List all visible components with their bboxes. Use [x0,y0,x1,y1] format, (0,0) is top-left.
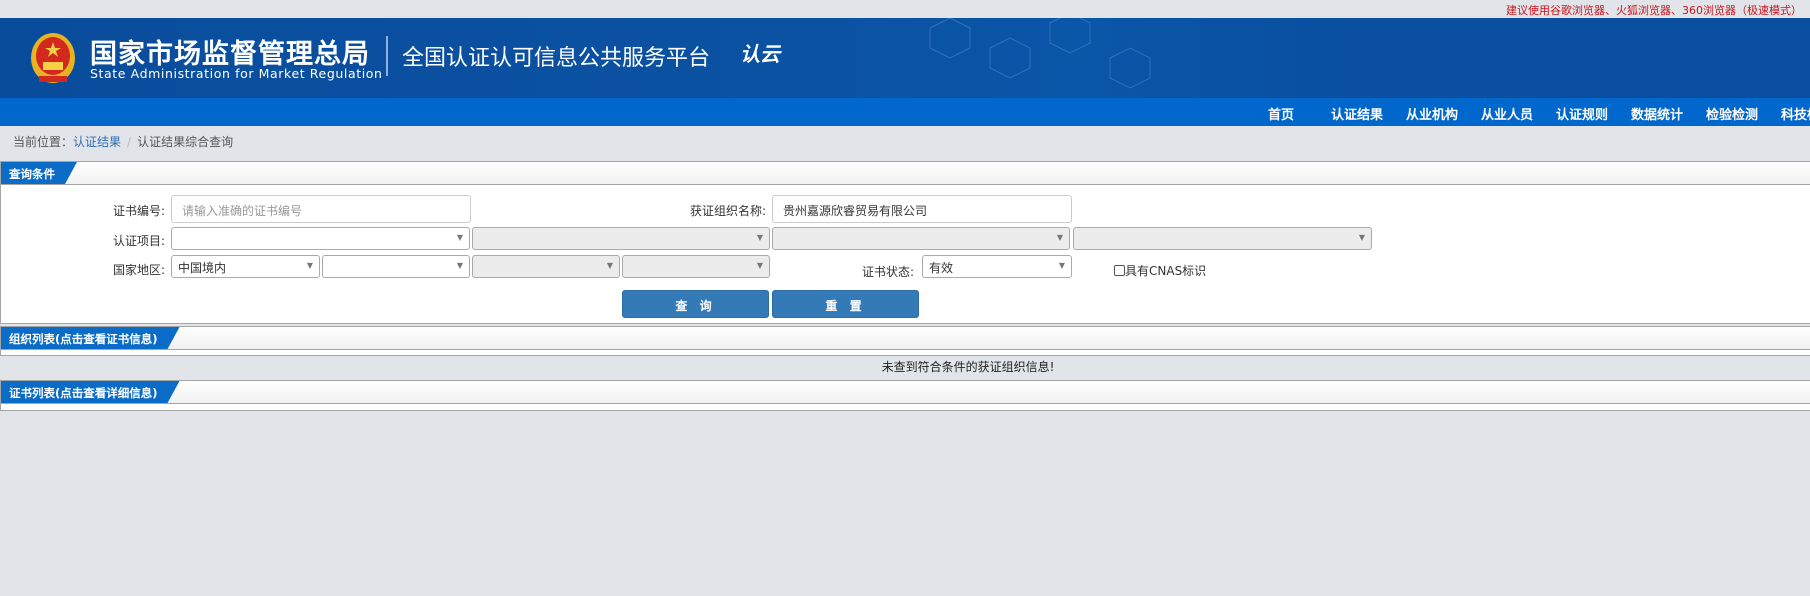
org-name-input[interactable]: 贵州嘉源欣睿贸易有限公司 [772,195,1072,223]
national-emblem-icon [31,33,75,83]
breadcrumb-separator: / [127,135,132,149]
cert-no-label: 证书编号: [112,204,165,218]
cnas-label: 具有CNAS标识 [1125,264,1207,278]
nav-statistics[interactable]: 数据统计 [1631,104,1683,123]
chevron-down-icon: ▼ [306,261,313,270]
cert-no-input[interactable]: 请输入准确的证书编号 [171,195,471,223]
project-label: 认证项目: [112,234,165,248]
empty-result-message: 未查到符合条件的获证组织信息! [881,360,1055,374]
org-list-header: 组织列表(点击查看证书信息) [1,327,1810,350]
breadcrumb-link[interactable]: 认证结果 [73,135,121,149]
nav-institutions[interactable]: 从业机构 [1406,104,1458,123]
reset-button[interactable]: 重 置 [772,290,919,318]
breadcrumb-prefix: 当前位置： [13,135,74,149]
status-label: 证书状态: [861,265,914,279]
site-banner: 国家市场监督管理总局 State Administration for Mark… [0,18,1810,98]
checkbox-icon[interactable] [1114,265,1125,276]
chevron-down-icon: ▼ [606,261,613,270]
region-select-1[interactable]: 中国境内 ▼ [171,255,320,278]
nav-rules[interactable]: 认证规则 [1556,104,1608,123]
platform-logo: 认云 [740,42,780,66]
cert-list-header: 证书列表(点击查看详细信息) [1,381,1810,404]
cert-list-title: 证书列表(点击查看详细信息) [1,381,180,403]
cnas-checkbox[interactable]: 具有CNAS标识 [1114,262,1206,279]
org-name-en: State Administration for Market Regulati… [90,66,383,81]
breadcrumb-current: 认证结果综合查询 [137,135,234,149]
chevron-down-icon: ▼ [756,233,763,242]
project-select-1[interactable]: ▼ [171,227,470,250]
region-label: 国家地区: [112,263,165,277]
platform-title: 全国认证认可信息公共服务平台 [402,46,711,71]
nav-personnel[interactable]: 从业人员 [1481,104,1533,123]
header-divider [386,36,388,76]
breadcrumb: 当前位置：认证结果 / 认证结果综合查询 [13,133,233,150]
org-name-label: 获证组织名称: [689,204,766,218]
project-select-2[interactable]: ▼ [472,227,770,250]
region-select-4[interactable]: ▼ [622,255,770,278]
query-panel-header: 查询条件 [1,162,1810,185]
chevron-down-icon: ▼ [456,233,463,242]
hexagon-decoration [929,18,1151,89]
chevron-down-icon: ▼ [1056,233,1063,242]
cert-list-panel: 证书列表(点击查看详细信息) [0,380,1810,411]
chevron-down-icon: ▼ [756,261,763,270]
chevron-down-icon: ▼ [1358,233,1365,242]
query-panel-title: 查询条件 [1,162,77,184]
browser-tip: 建议使用谷歌浏览器、火狐浏览器、360浏览器（极速模式） [1506,4,1802,17]
nav-tech[interactable]: 科技标 [1781,104,1810,123]
chevron-down-icon: ▼ [1058,261,1065,270]
project-select-3[interactable]: ▼ [772,227,1070,250]
nav-home[interactable]: 首页 [1268,104,1294,123]
query-button[interactable]: 查 询 [622,290,769,318]
region-select-3[interactable]: ▼ [472,255,620,278]
region-select-2[interactable]: ▼ [322,255,470,278]
region-value: 中国境内 [178,261,227,275]
nav-inspection[interactable]: 检验检测 [1706,104,1758,123]
org-list-panel: 组织列表(点击查看证书信息) [0,326,1810,356]
chevron-down-icon: ▼ [456,261,463,270]
top-strip: 建议使用谷歌浏览器、火狐浏览器、360浏览器（极速模式） [0,0,1810,18]
status-value: 有效 [929,261,954,275]
org-list-title: 组织列表(点击查看证书信息) [1,327,180,349]
main-nav: 首页 认证结果 从业机构 从业人员 认证规则 数据统计 检验检测 科技标 [0,98,1810,126]
project-select-4[interactable]: ▼ [1073,227,1372,250]
nav-cert-results[interactable]: 认证结果 [1331,104,1383,123]
status-select[interactable]: 有效 ▼ [922,255,1072,278]
